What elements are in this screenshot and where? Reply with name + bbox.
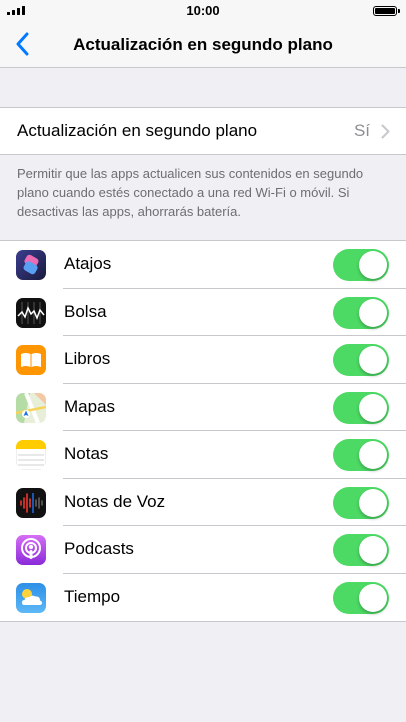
setting-label: Actualización en segundo plano <box>17 121 258 140</box>
shortcuts-icon <box>16 250 46 280</box>
chevron-left-icon <box>16 32 29 56</box>
toggle-notas-de-voz[interactable] <box>333 486 389 519</box>
podcasts-icon <box>16 535 46 565</box>
stocks-icon <box>16 297 46 328</box>
app-list: Atajos Bolsa Libros Mapas Notas Notas de… <box>0 240 406 622</box>
books-icon <box>16 345 46 375</box>
back-button[interactable] <box>6 28 38 60</box>
weather-icon <box>16 582 46 613</box>
app-label: Mapas <box>64 396 116 416</box>
toggle-libros[interactable] <box>333 344 389 376</box>
navigation-bar: Actualización en segundo plano <box>0 22 406 68</box>
page-title: Actualización en segundo plano <box>73 35 333 54</box>
battery-full-icon <box>373 6 400 16</box>
app-label: Bolsa <box>64 301 107 321</box>
maps-icon <box>16 392 46 423</box>
setting-value: Sí <box>353 121 370 140</box>
toggle-mapas[interactable] <box>333 391 389 424</box>
list-item-libros: Libros <box>0 336 406 384</box>
list-item-bolsa: Bolsa <box>0 289 406 336</box>
toggle-notas[interactable] <box>333 439 389 471</box>
toggle-podcasts[interactable] <box>333 534 389 566</box>
background-refresh-setting-row[interactable]: Actualización en segundo plano Sí <box>0 107 406 155</box>
app-label: Notas <box>64 444 109 463</box>
app-label: Notas de Voz <box>64 491 166 511</box>
voice-memos-icon <box>16 487 46 518</box>
list-item-tiempo: Tiempo <box>0 574 406 622</box>
list-item-atajos: Atajos <box>0 241 406 289</box>
app-label: Podcasts <box>64 539 134 558</box>
toggle-tiempo[interactable] <box>333 581 389 614</box>
app-label: Libros <box>64 349 111 368</box>
notes-icon <box>16 440 46 470</box>
list-item-podcasts: Podcasts <box>0 526 406 574</box>
app-label: Tiempo <box>64 586 121 606</box>
status-time: 10:00 <box>186 3 220 18</box>
list-item-mapas: Mapas <box>0 384 406 431</box>
status-bar: 10:00 <box>0 0 406 22</box>
list-item-notas-de-voz: Notas de Voz <box>0 479 406 526</box>
section-footer-text: Permitir que las apps actualicen sus con… <box>17 166 364 219</box>
toggle-atajos[interactable] <box>333 249 389 281</box>
chevron-right-icon <box>381 124 390 139</box>
app-label: Atajos <box>64 254 112 273</box>
list-item-notas: Notas <box>0 431 406 479</box>
toggle-bolsa[interactable] <box>333 296 389 329</box>
